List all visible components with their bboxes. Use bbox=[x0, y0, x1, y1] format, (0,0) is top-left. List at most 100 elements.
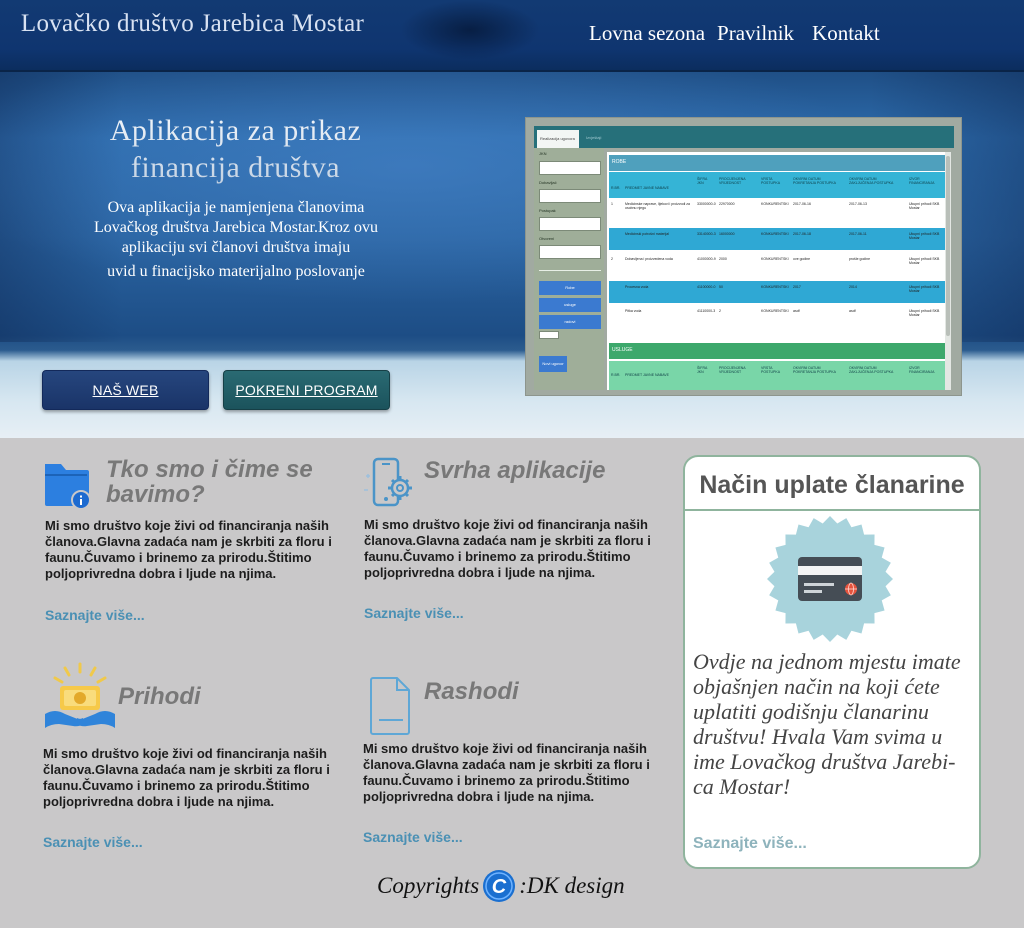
membership-card-title: Način uplate članarine bbox=[699, 471, 965, 499]
app-preview-button: Robe bbox=[539, 281, 601, 295]
app-preview-table-cell: 22970000 bbox=[719, 202, 735, 206]
app-preview-label: Otvoreni bbox=[539, 236, 555, 241]
app-preview-table-row: Procesna voda 41100000-0 50 KONKURENTSKI 201… bbox=[609, 281, 945, 303]
app-preview-table-area: ROBE R.BR. PREDMET JAVNE NABAVE ŠIFRA JK… bbox=[607, 152, 947, 390]
feature-link-who-we-are[interactable]: Saznajte više... bbox=[45, 607, 145, 623]
top-navigation-bar: Lovačko društvo Jarebica Mostar Lovna se… bbox=[0, 0, 1024, 72]
app-preview-table-cell: 2 bbox=[719, 309, 721, 313]
feature-text-expenses: Mi smo društvo koje živi od financiranja… bbox=[363, 741, 650, 804]
app-preview-table-cell: 2017-06-18 bbox=[793, 232, 811, 236]
nav-link-pravilnik[interactable]: Pravilnik bbox=[717, 21, 794, 46]
app-preview-table-row: Medicinski potrošni materijal 33140000-3 1… bbox=[609, 228, 945, 250]
app-preview-col: R.BR. bbox=[611, 373, 621, 377]
app-preview-table-cell: KONKURENTSKI bbox=[761, 285, 789, 289]
app-preview-table-cell: 2017-06-13 bbox=[849, 202, 867, 206]
app-preview-table-cell: 41110000-3 bbox=[697, 309, 716, 313]
card-stripe bbox=[798, 566, 862, 575]
app-preview-table-cell: Dobavljena i proizvedena voda bbox=[625, 257, 673, 261]
app-preview-table-cell: 2017-06-16 bbox=[793, 202, 811, 206]
feature-link-income[interactable]: Saznajte više... bbox=[43, 834, 143, 850]
app-preview-col: IZVOR FINANCIRANJA bbox=[909, 177, 935, 185]
our-web-button[interactable]: NAŠ WEB bbox=[42, 370, 209, 410]
app-preview-table-cell: 2014 bbox=[849, 285, 857, 289]
footer-copyright: Copyrights C :DK design bbox=[377, 868, 625, 904]
app-preview-tab-active: Realizacija ugovora bbox=[537, 130, 579, 148]
app-preview-label: Dobavljač bbox=[539, 180, 557, 185]
app-preview-table-cell: asdf bbox=[793, 309, 800, 313]
app-preview-table-row: 1 Medicinske naprave, lijekovi i proizvod… bbox=[609, 198, 945, 226]
phone-settings-icon bbox=[362, 456, 414, 516]
app-preview-col: PREDMET JAVNE NABAVE bbox=[625, 373, 669, 377]
nav-link-kontakt[interactable]: Kontakt bbox=[812, 21, 880, 46]
hero-description: Ova aplikacija je namjenjena članovima L… bbox=[86, 198, 386, 282]
app-preview-col: OKVIRNI DATUM POKRETANJA POSTUPKA bbox=[793, 366, 836, 374]
app-preview-col: OKVIRNI DATUM ZAKLJUČENJA POSTUPKA bbox=[849, 366, 894, 374]
app-preview-col: IZVOR FINANCIRANJA bbox=[909, 366, 935, 374]
app-preview-col: VRSTA POSTUPKA bbox=[761, 366, 781, 374]
app-preview-table-cell: Ukupni prihodi SKB Mostar bbox=[909, 257, 940, 265]
hero-description-last-line: uvid u finacijsko materijalno poslovanje bbox=[107, 263, 365, 280]
app-preview-table-cell: Ukupni prihodi SKB Mostar bbox=[909, 202, 940, 210]
site-title: Lovačko društvo Jarebica Mostar bbox=[20, 10, 365, 37]
app-preview-table-cell: KONKURENTSKI bbox=[761, 309, 789, 313]
app-preview-select bbox=[539, 331, 559, 339]
feature-title-app-purpose: Svrha aplikacije bbox=[424, 457, 606, 484]
app-preview-table-cell: Procesna voda bbox=[625, 285, 649, 289]
feature-title-who-we-are: Tko smo i čime se bavimo? bbox=[106, 456, 313, 508]
app-preview-table-cell: Medicinski potrošni materijal bbox=[625, 232, 669, 236]
membership-fee-card: Način uplate članarine Ovdje na jednom m… bbox=[683, 455, 981, 869]
hero-heading: Aplikacija za prikaz financija društva bbox=[78, 112, 393, 186]
app-preview-screenshot: Realizacija ugovora Izvještaji JKN Dobav… bbox=[525, 117, 962, 396]
app-preview-table-cell: 2 bbox=[611, 257, 613, 261]
app-preview-table-cell: 16000000 bbox=[719, 232, 735, 236]
membership-card-link[interactable]: Saznajte više... bbox=[693, 835, 807, 853]
app-preview-select bbox=[539, 217, 601, 231]
app-preview-col: R.BR. bbox=[611, 186, 621, 190]
feature-link-app-purpose[interactable]: Saznajte više... bbox=[364, 605, 464, 621]
app-preview-table-cell: Ukupni prihodi SKB Mostar bbox=[909, 285, 940, 293]
app-preview-divider bbox=[539, 270, 601, 271]
nav-link-lovna-sezona[interactable]: Lovna sezona bbox=[589, 21, 705, 46]
app-preview-button: usluge bbox=[539, 298, 601, 312]
app-preview-table-cell: KONKURENTSKI bbox=[761, 232, 789, 236]
start-program-button[interactable]: POKRENI PROGRAM bbox=[223, 370, 390, 410]
app-preview-table-cell: 33140000-3 bbox=[697, 232, 716, 236]
app-preview-col: ŠIFRA JKN bbox=[697, 366, 708, 374]
app-preview-section-goods: ROBE bbox=[609, 155, 945, 171]
app-preview-button: radovi bbox=[539, 315, 601, 329]
app-preview-new-contract-button: Novi ugovor bbox=[539, 356, 567, 372]
app-preview-col: PROCIJENJENA VRIJEDNOST bbox=[719, 366, 746, 374]
app-preview-select bbox=[539, 189, 601, 203]
app-preview-col: PROCIJENJENA VRIJEDNOST bbox=[719, 177, 746, 185]
app-preview-table-cell: ove godine bbox=[793, 257, 811, 261]
app-preview-table-cell: asdf bbox=[849, 309, 856, 313]
hero-description-text: Ova aplikacija je namjenjena članovima L… bbox=[94, 199, 378, 256]
credit-card-badge-icon bbox=[766, 515, 894, 643]
app-preview-table-cell: 2017 bbox=[793, 285, 801, 289]
copyright-letter: C bbox=[492, 876, 507, 898]
feature-link-expenses[interactable]: Saznajte više... bbox=[363, 829, 463, 845]
app-preview-tab-inactive: Izvještaji bbox=[586, 135, 602, 140]
app-preview-table-cell: 41000000-9 bbox=[697, 257, 716, 261]
app-preview-table-cell: prošle godine bbox=[849, 257, 871, 261]
feature-text-app-purpose: Mi smo društvo koje živi od financiranja… bbox=[364, 517, 651, 580]
app-preview-label: Postupak bbox=[539, 208, 556, 213]
main-nav: Lovna sezona Pravilnik Kontakt bbox=[589, 21, 880, 46]
app-preview-table-cell: Ukupni prihodi SKB Mostar bbox=[909, 232, 940, 240]
app-preview-input bbox=[539, 161, 601, 175]
app-preview-table-cell: Pitka voda bbox=[625, 309, 642, 313]
app-preview-col: OKVIRNI DATUM POKRETANJA POSTUPKA bbox=[793, 177, 836, 185]
app-preview-table-row: 2 Dobavljena i proizvedena voda 41000000-9… bbox=[609, 253, 945, 279]
app-preview-table-cell: Medicinske naprave, lijekovi i proizvodi… bbox=[625, 202, 690, 210]
app-preview-table-header: R.BR. PREDMET JAVNE NABAVE ŠIFRA JKN PRO… bbox=[609, 172, 945, 198]
app-preview-table-row: Pitka voda 41110000-3 2 KONKURENTSKI asdf asd… bbox=[609, 305, 945, 331]
income-money-hands-icon bbox=[43, 662, 117, 734]
app-preview-table-header: R.BR. PREDMET JAVNE NABAVE ŠIFRA JKN PRO… bbox=[609, 361, 945, 390]
app-preview-col: ŠIFRA JKN bbox=[697, 177, 708, 185]
folder-info-icon bbox=[43, 458, 91, 512]
document-icon bbox=[370, 676, 412, 736]
app-preview-col: PREDMET JAVNE NABAVE bbox=[625, 186, 669, 190]
app-preview-label: JKN bbox=[539, 151, 547, 156]
app-preview-table-cell: 1 bbox=[611, 202, 613, 206]
card-number-line bbox=[804, 590, 822, 593]
